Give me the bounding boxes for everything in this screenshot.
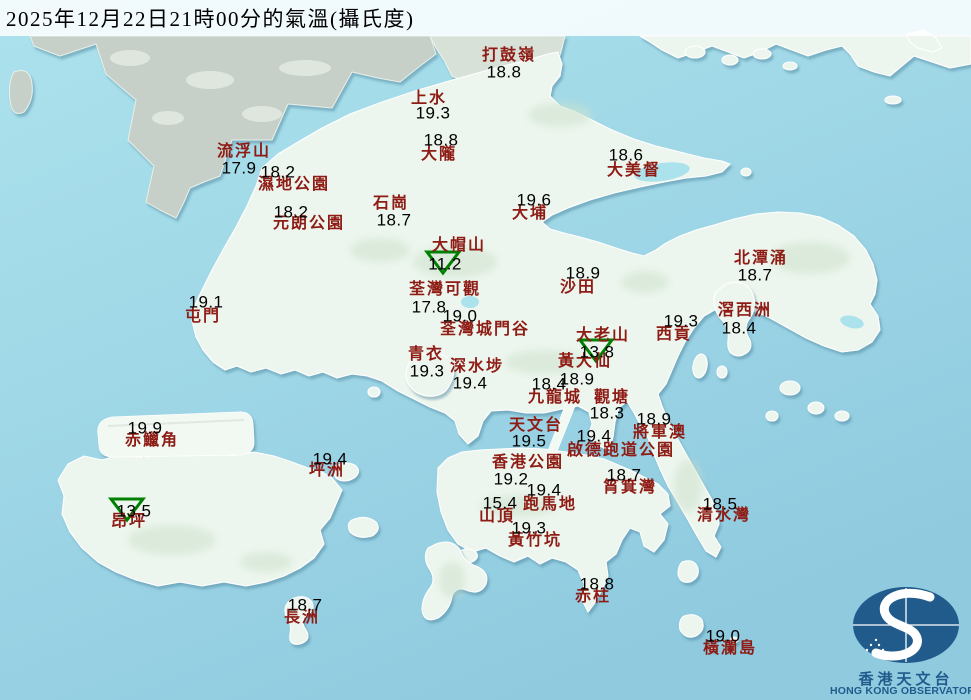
- station-temperature: 18.5: [702, 494, 738, 514]
- station-temperature: 19.3: [409, 361, 445, 381]
- station-temperature: 18.6: [608, 145, 644, 165]
- station-temperature: 18.7: [287, 595, 323, 615]
- station-temperature: 18.7: [737, 265, 773, 285]
- station-temperature: 19.0: [442, 306, 478, 326]
- station-temperature: 19.4: [452, 373, 488, 393]
- station-temperature: 19.9: [127, 418, 163, 438]
- station-temperature: 18.9: [636, 409, 672, 429]
- stations-layer: 打鼓嶺 18.8 上水 19.3 大隴 18.8 流浮山 17.9 濕地公園 18.2 元朗公園 18…: [0, 0, 971, 700]
- station-temperature: 19.0: [705, 626, 741, 646]
- station-temperature: 18.8: [579, 574, 615, 594]
- station-name-label: 大帽山: [431, 237, 487, 254]
- station-temperature: 18.2: [273, 202, 309, 222]
- station-name-label: 滘西洲: [717, 302, 773, 319]
- station-temperature: 18.4: [531, 374, 567, 394]
- station-temperature: 19.4: [526, 480, 562, 500]
- station-name-label: 大美督: [606, 162, 662, 179]
- station-temperature: 19.3: [663, 311, 699, 331]
- station-name-label: 荃灣可觀: [408, 281, 482, 298]
- station-temperature: 18.4: [721, 318, 757, 338]
- hko-logo-english-label: HONG KONG OBSERVATORY: [830, 685, 971, 697]
- station-temperature: 18.7: [606, 465, 642, 485]
- station-temperature: 19.2: [493, 469, 529, 489]
- station-temperature: 19.4: [576, 426, 612, 446]
- station-temperature: 15.4: [482, 493, 518, 513]
- station-temperature: 13.5: [116, 501, 152, 521]
- station-temperature: 13.8: [579, 342, 615, 362]
- station-temperature: 18.3: [589, 403, 625, 423]
- station-temperature: 19.4: [312, 449, 348, 469]
- station-temperature: 18.7: [376, 210, 412, 230]
- temperature-map-screen: 打鼓嶺 18.8 上水 19.3 大隴 18.8 流浮山 17.9 濕地公園 18.2 元朗公園 18…: [0, 0, 971, 700]
- station-temperature: 17.9: [221, 158, 257, 178]
- title-bar: 2025年12月22日21時00分的氣溫(攝氏度): [0, 0, 971, 36]
- station-temperature: 18.8: [423, 130, 459, 150]
- station-temperature: 18.8: [486, 62, 522, 82]
- station-temperature: 19.3: [511, 518, 547, 538]
- station-temperature: 19.3: [415, 103, 451, 123]
- station-temperature: 19.1: [188, 292, 224, 312]
- station-temperature: 19.5: [511, 431, 547, 451]
- station-temperature: 18.2: [260, 162, 296, 182]
- station-temperature: 17.8: [411, 297, 447, 317]
- station-temperature: 18.9: [565, 263, 601, 283]
- map-title: 2025年12月22日21時00分的氣溫(攝氏度): [6, 7, 415, 31]
- station-temperature: 11.2: [428, 254, 462, 274]
- station-temperature: 19.6: [516, 190, 552, 210]
